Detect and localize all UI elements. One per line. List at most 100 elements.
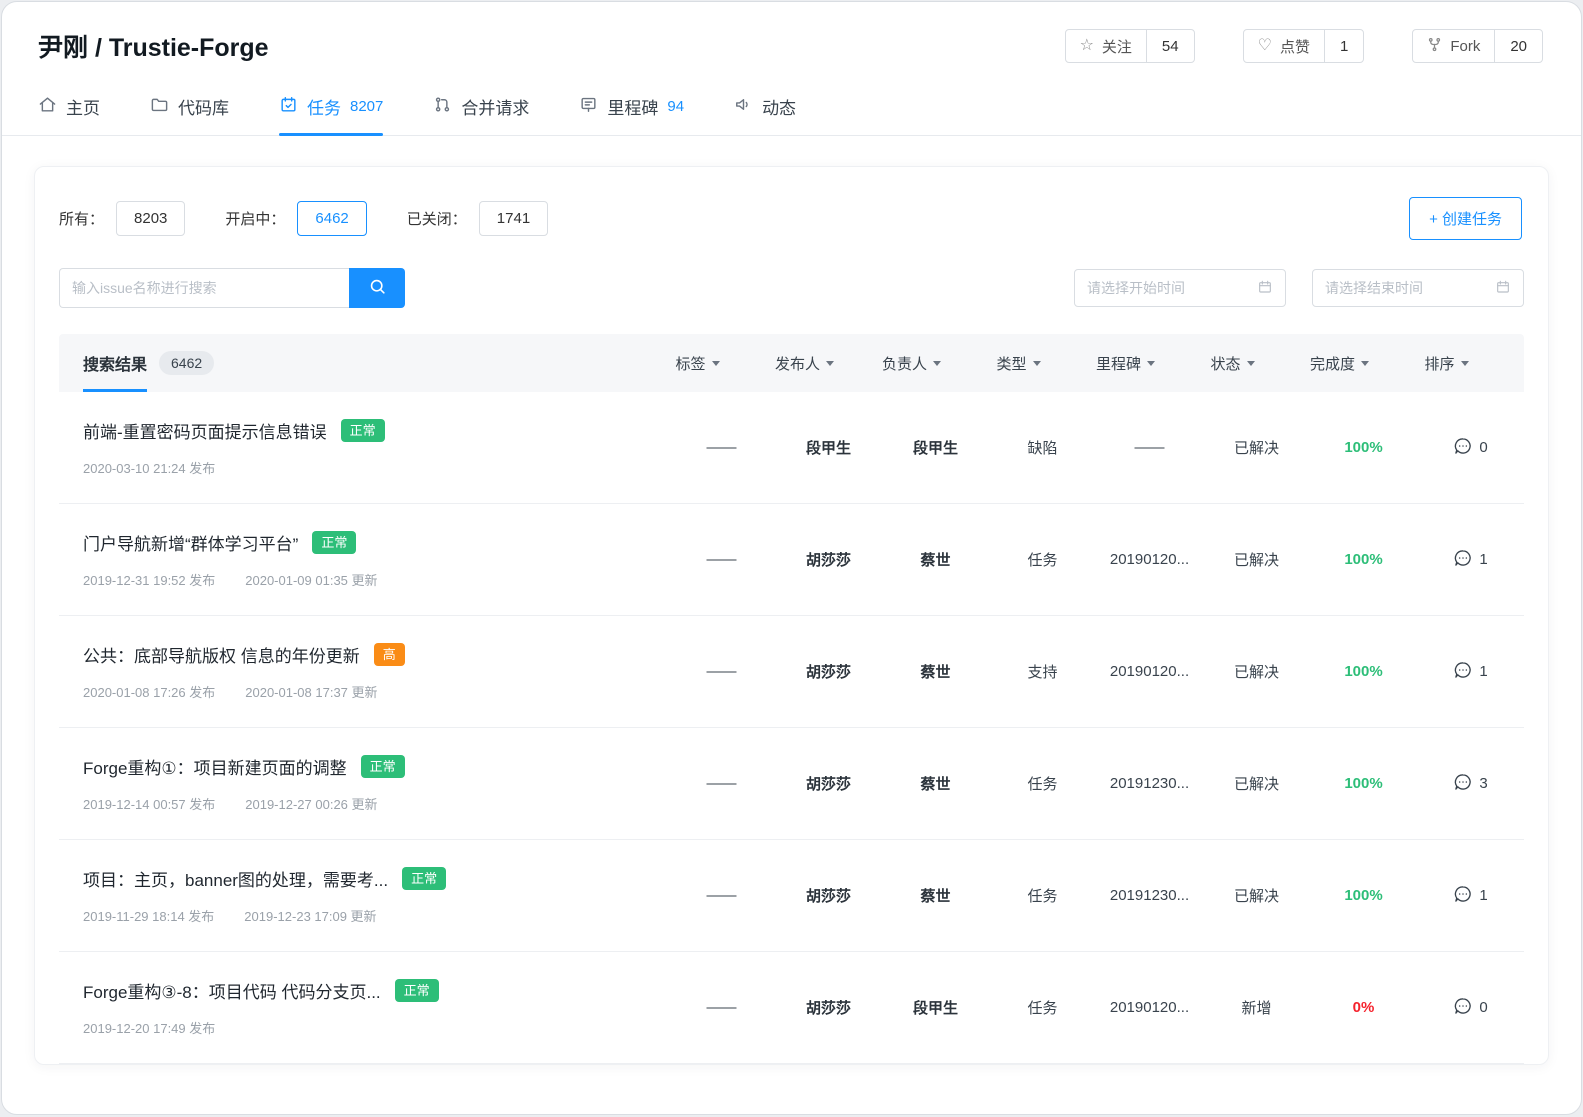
calendar-icon — [1495, 279, 1511, 298]
task-assignee[interactable]: 蔡世 — [882, 661, 989, 682]
task-assignee[interactable]: 段甲生 — [882, 437, 989, 458]
column-tag[interactable]: 标签 — [644, 353, 751, 374]
task-title[interactable]: Forge重构①：项目新建页面的调整 — [83, 754, 347, 779]
task-row[interactable]: Forge重构①：项目新建页面的调整 正常 2019-12-14 00:57 发… — [59, 728, 1524, 840]
watch-count[interactable]: 54 — [1146, 30, 1194, 62]
task-title[interactable]: 门户导航新增“群体学习平台” — [83, 530, 298, 555]
task-type: 任务 — [989, 997, 1096, 1018]
task-columns: —— 段甲生 段甲生 缺陷 —— 已解决 100% 0 — [668, 436, 1524, 460]
search-results-tab[interactable]: 搜索结果 — [83, 334, 147, 392]
column-status[interactable]: 状态 — [1179, 353, 1286, 374]
filter-closed-count[interactable]: 1741 — [479, 201, 548, 236]
start-date-placeholder: 请选择开始时间 — [1087, 278, 1185, 298]
task-milestone: 20190120... — [1096, 999, 1203, 1016]
task-status: 已解决 — [1203, 773, 1310, 794]
caret-down-icon — [1461, 361, 1469, 370]
tab-home-label: 主页 — [66, 94, 100, 119]
merge-icon — [433, 95, 452, 119]
task-published-date: 2020-03-10 21:24 发布 — [83, 458, 215, 477]
filter-all-label: 所有： — [59, 208, 104, 229]
task-assignee[interactable]: 蔡世 — [882, 885, 989, 906]
comment-count: 1 — [1479, 551, 1487, 568]
task-title[interactable]: 公共：底部导航版权 信息的年份更新 — [83, 642, 360, 667]
task-assignee[interactable]: 段甲生 — [882, 997, 989, 1018]
task-comments[interactable]: 1 — [1417, 548, 1524, 572]
tab-merge-requests-label: 合并请求 — [461, 94, 529, 119]
fork-icon — [1427, 37, 1442, 56]
task-main: Forge重构①：项目新建页面的调整 正常 2019-12-14 00:57 发… — [83, 754, 668, 813]
task-comments[interactable]: 1 — [1417, 660, 1524, 684]
task-publisher[interactable]: 段甲生 — [775, 437, 882, 458]
column-headers: 标签 发布人 负责人 类型 里程碑 状态 完成度 排序 — [644, 353, 1500, 374]
tab-activity[interactable]: 动态 — [734, 94, 796, 135]
watch-button[interactable]: ☆ 关注 54 — [1065, 29, 1195, 63]
tab-repository[interactable]: 代码库 — [150, 94, 229, 135]
search-input[interactable] — [59, 268, 349, 308]
fork-count[interactable]: 20 — [1494, 30, 1542, 62]
task-row[interactable]: 门户导航新增“群体学习平台” 正常 2019-12-31 19:52 发布 20… — [59, 504, 1524, 616]
task-published-date: 2019-12-14 00:57 发布 — [83, 794, 215, 813]
like-count[interactable]: 1 — [1324, 30, 1363, 62]
search-button[interactable] — [349, 268, 405, 308]
task-publisher[interactable]: 胡莎莎 — [775, 885, 882, 906]
start-date-picker[interactable]: 请选择开始时间 — [1074, 269, 1286, 307]
task-assignee[interactable]: 蔡世 — [882, 549, 989, 570]
task-dates: 2019-12-20 17:49 发布 — [83, 1018, 658, 1037]
end-date-picker[interactable]: 请选择结束时间 — [1312, 269, 1524, 307]
column-progress[interactable]: 完成度 — [1286, 353, 1393, 374]
task-type: 任务 — [989, 773, 1096, 794]
task-publisher[interactable]: 胡莎莎 — [775, 773, 882, 794]
filter-open-count[interactable]: 6462 — [297, 201, 366, 236]
tab-issues[interactable]: 任务 8207 — [279, 94, 383, 135]
fork-button[interactable]: Fork 20 — [1412, 29, 1543, 63]
column-type[interactable]: 类型 — [965, 353, 1072, 374]
tab-home[interactable]: 主页 — [38, 94, 100, 135]
task-columns: —— 胡莎莎 蔡世 任务 20190120... 已解决 100% 1 — [668, 548, 1524, 572]
tab-issues-count: 8207 — [350, 98, 383, 115]
task-comments[interactable]: 0 — [1417, 436, 1524, 460]
tab-merge-requests[interactable]: 合并请求 — [433, 94, 529, 135]
date-filters: 请选择开始时间 请选择结束时间 — [1074, 269, 1524, 307]
search-results-label: 搜索结果 — [83, 351, 147, 375]
task-comments[interactable]: 1 — [1417, 884, 1524, 908]
task-priority-badge: 高 — [374, 643, 405, 667]
task-row[interactable]: 前端-重置密码页面提示信息错误 正常 2020-03-10 21:24 发布 —… — [59, 392, 1524, 504]
tab-milestones[interactable]: 里程碑 94 — [579, 94, 684, 135]
task-priority-badge: 正常 — [341, 419, 385, 443]
task-type: 缺陷 — [989, 437, 1096, 458]
caret-down-icon — [1361, 361, 1369, 370]
task-priority-badge: 正常 — [402, 867, 446, 891]
comment-icon — [1453, 660, 1473, 684]
column-publisher[interactable]: 发布人 — [751, 353, 858, 374]
task-title[interactable]: Forge重构③-8：项目代码 代码分支页... — [83, 978, 381, 1003]
task-comments[interactable]: 3 — [1417, 772, 1524, 796]
star-icon: ☆ — [1080, 38, 1094, 54]
column-assignee[interactable]: 负责人 — [858, 353, 965, 374]
task-dates: 2019-12-14 00:57 发布 2019-12-27 00:26 更新 — [83, 794, 658, 813]
task-priority-badge: 正常 — [312, 531, 356, 555]
task-icon — [279, 95, 298, 119]
comment-count: 0 — [1479, 999, 1487, 1016]
task-title[interactable]: 前端-重置密码页面提示信息错误 — [83, 418, 327, 443]
task-assignee[interactable]: 蔡世 — [882, 773, 989, 794]
column-sort[interactable]: 排序 — [1393, 353, 1500, 374]
task-row[interactable]: 项目：主页，banner图的处理，需要考... 正常 2019-11-29 18… — [59, 840, 1524, 952]
task-publisher[interactable]: 胡莎莎 — [775, 997, 882, 1018]
caret-down-icon — [712, 361, 720, 370]
task-milestone: 20190120... — [1096, 663, 1203, 680]
task-row[interactable]: 公共：底部导航版权 信息的年份更新 高 2020-01-08 17:26 发布 … — [59, 616, 1524, 728]
task-row[interactable]: Forge重构③-8：项目代码 代码分支页... 正常 2019-12-20 1… — [59, 952, 1524, 1064]
filter-all-count[interactable]: 8203 — [116, 201, 185, 236]
task-progress: 100% — [1310, 887, 1417, 904]
task-status: 已解决 — [1203, 885, 1310, 906]
repo-actions: ☆ 关注 54 ♡ 点赞 1 Fork 20 — [1065, 29, 1543, 63]
task-title[interactable]: 项目：主页，banner图的处理，需要考... — [83, 866, 388, 891]
column-milestone[interactable]: 里程碑 — [1072, 353, 1179, 374]
issues-panel: 所有： 8203 开启中： 6462 已关闭： 1741 + 创建任务 请选择开… — [34, 166, 1549, 1065]
task-publisher[interactable]: 胡莎莎 — [775, 661, 882, 682]
task-publisher[interactable]: 胡莎莎 — [775, 549, 882, 570]
create-issue-button[interactable]: + 创建任务 — [1409, 197, 1522, 240]
like-button[interactable]: ♡ 点赞 1 — [1243, 29, 1365, 63]
task-comments[interactable]: 0 — [1417, 996, 1524, 1020]
comment-icon — [1453, 548, 1473, 572]
